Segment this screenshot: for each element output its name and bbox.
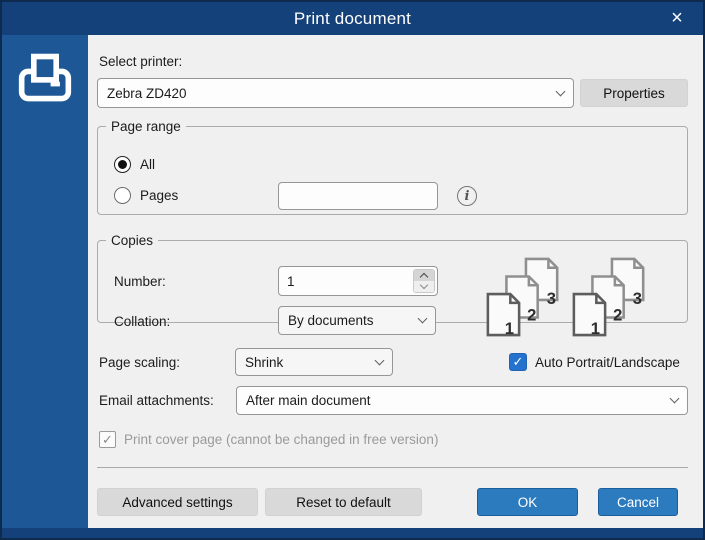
spinner-up-icon[interactable]: [414, 270, 434, 282]
cover-page-label: Print cover page (cannot be changed in f…: [124, 432, 439, 447]
collation-label: Collation:: [114, 314, 171, 329]
advanced-settings-button-label: Advanced settings: [122, 494, 233, 510]
chevron-down-icon: [555, 86, 566, 96]
auto-orientation-checkbox-row[interactable]: ✓ Auto Portrait/Landscape: [509, 353, 680, 371]
dialog-content: Select printer: Zebra ZD420 Properties P…: [88, 35, 703, 528]
collation-select-value: By documents: [288, 313, 374, 328]
copies-legend: Copies: [111, 233, 154, 248]
reset-to-default-button-label: Reset to default: [296, 494, 391, 510]
radio-all-label: All: [140, 157, 156, 172]
email-attachments-select[interactable]: After main document: [236, 386, 688, 415]
email-attachments-label: Email attachments:: [99, 393, 214, 408]
collated-pages-icon: 321: [572, 256, 648, 343]
dialog-title: Print document: [293, 8, 412, 28]
printer-select[interactable]: Zebra ZD420: [97, 78, 574, 108]
properties-button-label: Properties: [603, 85, 665, 101]
page-scaling-label: Page scaling:: [99, 355, 181, 370]
advanced-settings-button[interactable]: Advanced settings: [97, 488, 258, 516]
page-range-group: Page range All Pages i: [97, 119, 688, 215]
bottom-strip: [2, 528, 703, 538]
svg-text:3: 3: [547, 289, 556, 308]
printer-select-value: Zebra ZD420: [107, 85, 187, 101]
ok-button[interactable]: OK: [477, 488, 578, 516]
collated-pages-icon: 321: [486, 256, 562, 343]
spinner-down-icon[interactable]: [414, 280, 434, 292]
svg-text:1: 1: [591, 319, 600, 338]
cover-page-checkbox: ✓: [99, 431, 116, 448]
cancel-button[interactable]: Cancel: [598, 488, 678, 516]
radio-all-control[interactable]: [114, 156, 131, 173]
footer-separator: [97, 467, 688, 468]
radio-pages-label: Pages: [140, 188, 179, 203]
svg-text:2: 2: [527, 305, 536, 324]
check-icon: ✓: [512, 354, 524, 369]
radio-pages-control[interactable]: [114, 187, 131, 204]
page-range-legend: Page range: [111, 119, 181, 134]
svg-text:2: 2: [613, 305, 622, 324]
ok-button-label: OK: [517, 494, 538, 510]
cover-page-checkbox-row: ✓ Print cover page (cannot be changed in…: [99, 431, 438, 448]
page-scaling-select-value: Shrink: [245, 354, 284, 370]
svg-text:3: 3: [633, 289, 642, 308]
chevron-down-icon: [669, 393, 680, 404]
cancel-button-label: Cancel: [616, 494, 660, 510]
properties-button[interactable]: Properties: [580, 79, 688, 107]
info-icon[interactable]: i: [457, 186, 477, 206]
number-label: Number:: [114, 274, 166, 289]
auto-orientation-label: Auto Portrait/Landscape: [535, 354, 680, 370]
title-bar: Print document ×: [2, 2, 703, 35]
sidebar: [2, 35, 88, 528]
radio-all[interactable]: All: [114, 156, 155, 173]
copies-group: Copies Number: Collation: By documents: [97, 233, 688, 338]
radio-pages[interactable]: Pages: [114, 187, 178, 204]
email-attachments-select-value: After main document: [246, 393, 371, 408]
close-icon[interactable]: ×: [663, 2, 691, 35]
chevron-down-icon: [374, 355, 385, 365]
collation-select[interactable]: By documents: [278, 306, 436, 335]
page-scaling-select[interactable]: Shrink: [235, 348, 393, 376]
check-icon: ✓: [102, 431, 113, 447]
chevron-down-icon: [417, 313, 428, 324]
auto-orientation-checkbox[interactable]: ✓: [509, 353, 527, 371]
printer-icon: [17, 51, 73, 110]
pages-input[interactable]: [278, 182, 438, 210]
number-spinner: [413, 269, 435, 293]
print-dialog-window: Print document × Select printer: Zebra Z…: [0, 0, 705, 540]
select-printer-label: Select printer:: [99, 54, 183, 69]
svg-text:1: 1: [505, 319, 514, 338]
reset-to-default-button[interactable]: Reset to default: [265, 488, 422, 516]
